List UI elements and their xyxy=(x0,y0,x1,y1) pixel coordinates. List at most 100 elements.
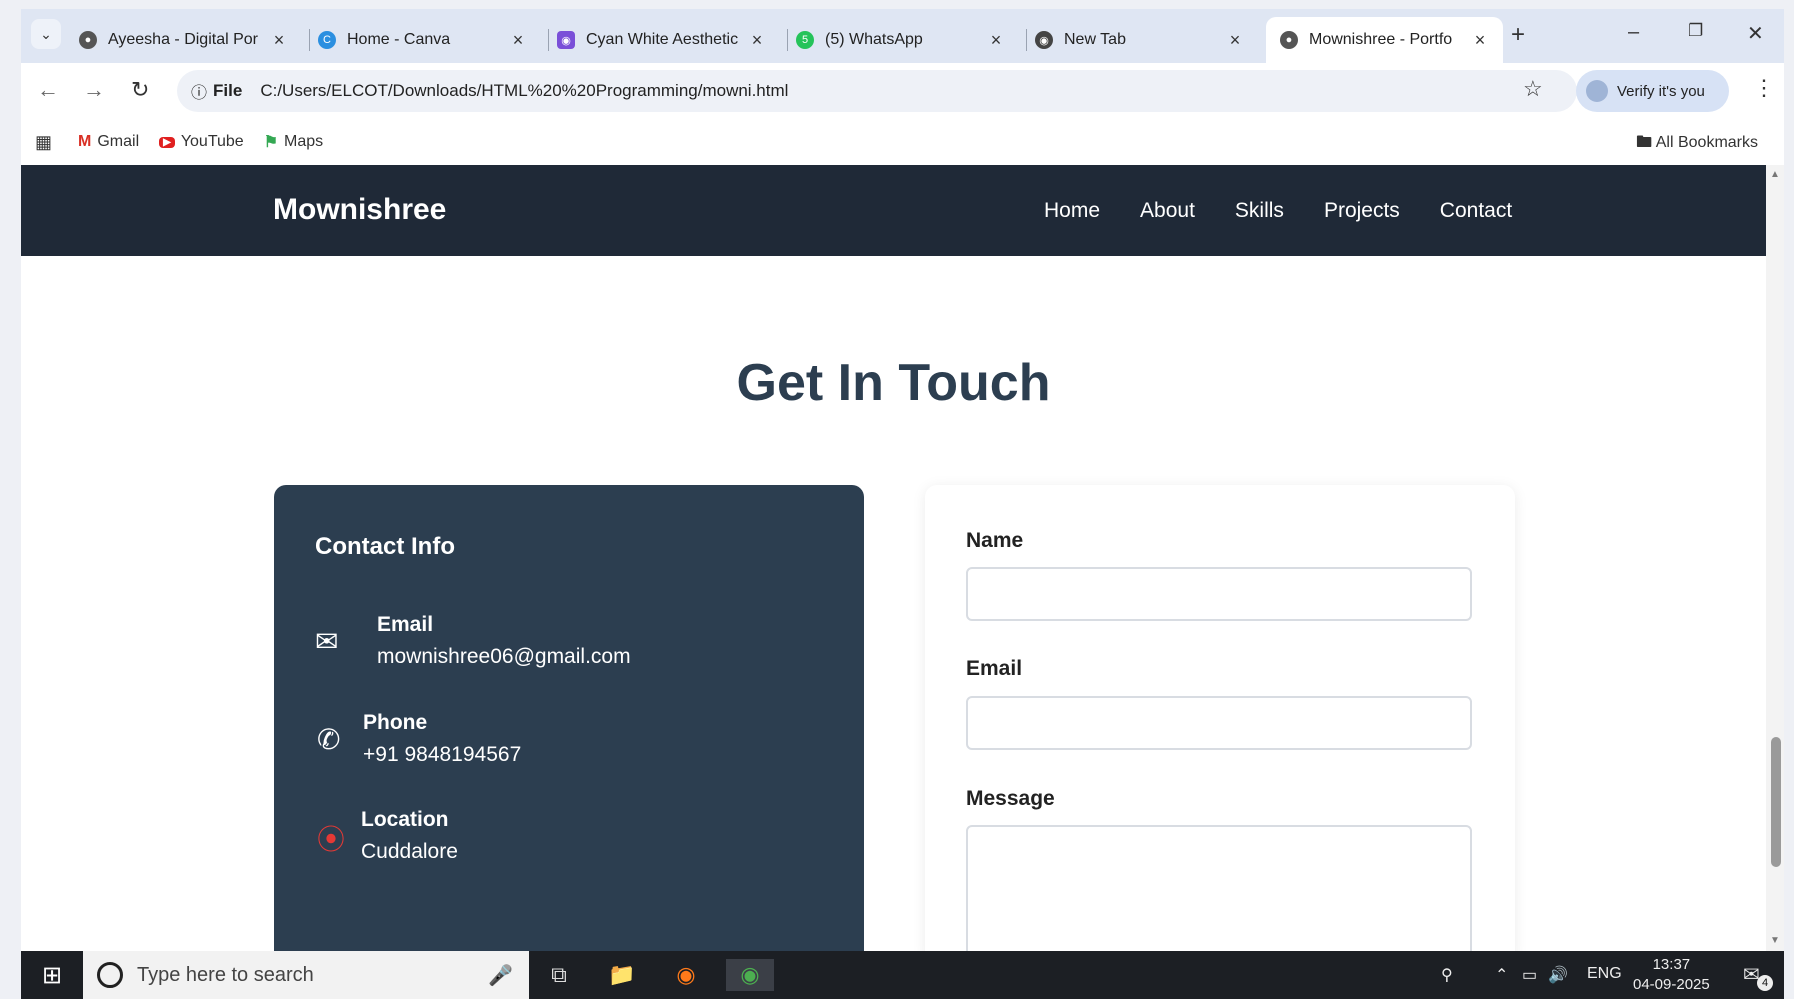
battery-icon[interactable]: ▭ xyxy=(1522,965,1537,985)
language-indicator[interactable]: ENG xyxy=(1587,965,1622,983)
contact-label: Location xyxy=(361,808,449,831)
scroll-thumb[interactable] xyxy=(1771,737,1781,867)
nav-link-contact[interactable]: Contact xyxy=(1440,199,1512,223)
cortana-circle-icon xyxy=(97,962,123,988)
bookmark-maps[interactable]: ⚑ Maps xyxy=(264,132,323,152)
verify-label: Verify it's you xyxy=(1617,82,1705,100)
name-field-label: Name xyxy=(966,529,1024,552)
contact-info-title: Contact Info xyxy=(315,533,455,560)
contact-value: +91 9848194567 xyxy=(363,743,522,766)
site-navbar: Mownishree Home About Skills Projects Co… xyxy=(21,165,1766,256)
tab-label: Cyan White Aesthetic xyxy=(586,31,739,48)
nav-link-skills[interactable]: Skills xyxy=(1235,199,1284,223)
close-icon[interactable]: × xyxy=(1226,30,1244,51)
firefox-icon[interactable]: ◉ xyxy=(662,959,710,991)
tray-chevron-icon[interactable]: ⌃ xyxy=(1495,965,1508,985)
folder-icon: 🖿 xyxy=(1636,134,1653,151)
minimize-icon[interactable]: – xyxy=(1628,21,1639,44)
file-explorer-icon[interactable]: 📁 xyxy=(598,959,646,991)
profile-avatar-icon xyxy=(1586,80,1608,102)
verify-profile-button[interactable]: Verify it's you xyxy=(1576,70,1729,112)
close-icon[interactable]: × xyxy=(270,30,288,51)
apps-grid-icon[interactable]: ▦ xyxy=(35,132,52,153)
tab-label: Home - Canva xyxy=(347,31,451,48)
tab-mownishree[interactable]: ● Mownishree - Portfo × xyxy=(1266,17,1503,63)
notification-count-badge: 4 xyxy=(1757,975,1773,991)
bookmark-gmail[interactable]: M Gmail xyxy=(78,133,139,151)
globe-icon: ● xyxy=(1280,31,1298,49)
scroll-up-icon[interactable]: ▲ xyxy=(1770,169,1780,180)
phone-icon: ✆ xyxy=(317,724,341,755)
nav-link-projects[interactable]: Projects xyxy=(1324,199,1400,223)
bookmark-label: Gmail xyxy=(97,133,140,150)
email-field[interactable] xyxy=(966,696,1472,750)
chrome-icon: ◉ xyxy=(1035,31,1053,49)
taskbar-clock[interactable]: 13:37 04-09-2025 xyxy=(1633,955,1710,995)
envelope-icon: ✉ xyxy=(315,626,339,657)
windows-taskbar: ⊞ Type here to search 🎤 ⧉ 📁 ◉ ◉ ⚲ ⌃ ▭ 🔊 … xyxy=(21,951,1784,999)
tab-new-tab[interactable]: ◉ New Tab × xyxy=(1021,17,1258,63)
all-bookmarks-button[interactable]: 🖿 All Bookmarks xyxy=(1636,131,1758,158)
menu-kebab-icon[interactable]: ⋮ xyxy=(1753,75,1775,101)
bookmark-star-icon[interactable]: ☆ xyxy=(1523,76,1543,102)
address-bar[interactable]: ⓘ File C:/Users/ELCOT/Downloads/HTML%20%… xyxy=(177,70,1577,112)
site-nav-links: Home About Skills Projects Contact xyxy=(1044,199,1512,223)
close-icon[interactable]: × xyxy=(509,30,527,51)
clock-date: 04-09-2025 xyxy=(1633,976,1710,993)
url-text[interactable]: C:/Users/ELCOT/Downloads/HTML%20%20Progr… xyxy=(260,81,788,101)
people-icon[interactable]: ⚲ xyxy=(1441,965,1453,985)
reload-icon[interactable]: ↻ xyxy=(131,77,149,103)
close-icon[interactable]: × xyxy=(987,30,1005,51)
message-field[interactable] xyxy=(966,825,1472,951)
taskbar-search[interactable]: Type here to search 🎤 xyxy=(83,951,529,999)
tab-label: (5) WhatsApp xyxy=(825,31,923,48)
back-icon[interactable]: ← xyxy=(37,77,59,103)
tab-canva-home[interactable]: C Home - Canva × xyxy=(304,17,541,63)
task-view-icon[interactable]: ⧉ xyxy=(535,959,583,991)
tab-cyan-white[interactable]: ◉ Cyan White Aesthetic × xyxy=(543,17,780,63)
bookmark-youtube[interactable]: ▶ YouTube xyxy=(159,133,244,151)
contact-info-card: Contact Info ✉ Email mownishree06@gmail.… xyxy=(274,485,864,951)
tab-strip: ⌄ ● Ayeesha - Digital Por × C Home - Can… xyxy=(21,9,1784,63)
restore-icon[interactable]: ❐ xyxy=(1688,21,1703,41)
bookmark-label: YouTube xyxy=(180,133,244,150)
name-field[interactable] xyxy=(966,567,1472,621)
nav-link-home[interactable]: Home xyxy=(1044,199,1100,223)
nav-link-about[interactable]: About xyxy=(1140,199,1195,223)
bookmarks-bar: ▦ M Gmail ▶ YouTube ⚑ Maps 🖿 All Bookmar… xyxy=(21,119,1784,165)
tab-search-dropdown[interactable]: ⌄ xyxy=(31,19,61,49)
contact-value: mownishree06@gmail.com xyxy=(377,645,631,668)
page-viewport: Mownishree Home About Skills Projects Co… xyxy=(21,165,1766,951)
gmail-icon: M xyxy=(78,133,92,150)
page-scrollbar[interactable]: ▲ ▼ xyxy=(1766,165,1784,951)
pin-icon: ⦿ xyxy=(317,824,346,855)
section-title: Get In Touch xyxy=(736,354,1051,412)
contact-label: Phone xyxy=(363,711,428,734)
tab-label: Ayeesha - Digital Por xyxy=(108,31,258,48)
scroll-down-icon[interactable]: ▼ xyxy=(1770,935,1780,946)
contact-value: Cuddalore xyxy=(361,840,458,863)
windows-start-button[interactable]: ⊞ xyxy=(21,951,83,999)
close-icon[interactable]: × xyxy=(748,30,766,51)
volume-icon[interactable]: 🔊 xyxy=(1548,965,1568,985)
browser-window: ⌄ ● Ayeesha - Digital Por × C Home - Can… xyxy=(21,9,1784,165)
taskbar-search-placeholder: Type here to search xyxy=(137,963,314,986)
site-brand[interactable]: Mownishree xyxy=(273,193,446,227)
scheme-label: File xyxy=(213,81,243,100)
chrome-taskbar-icon[interactable]: ◉ xyxy=(726,959,774,991)
info-icon[interactable]: ⓘ xyxy=(191,79,207,103)
clock-time: 13:37 xyxy=(1652,956,1691,973)
browser-toolbar: ← → ↻ ⓘ File C:/Users/ELCOT/Downloads/HT… xyxy=(21,63,1784,119)
forward-icon[interactable]: → xyxy=(83,77,105,103)
tab-label: Mownishree - Portfo xyxy=(1309,31,1453,48)
whatsapp-icon: 5 xyxy=(796,31,814,49)
contact-label: Email xyxy=(377,613,434,636)
tab-ayeesha[interactable]: ● Ayeesha - Digital Por × xyxy=(65,17,302,63)
microphone-icon[interactable]: 🎤 xyxy=(488,963,513,988)
bookmark-label: Maps xyxy=(284,133,324,150)
window-close-icon[interactable]: ✕ xyxy=(1747,21,1764,46)
close-icon[interactable]: × xyxy=(1471,30,1489,51)
tab-whatsapp[interactable]: 5 (5) WhatsApp × xyxy=(782,17,1019,63)
new-tab-button[interactable]: + xyxy=(1511,21,1525,49)
youtube-icon: ▶ xyxy=(159,136,175,148)
